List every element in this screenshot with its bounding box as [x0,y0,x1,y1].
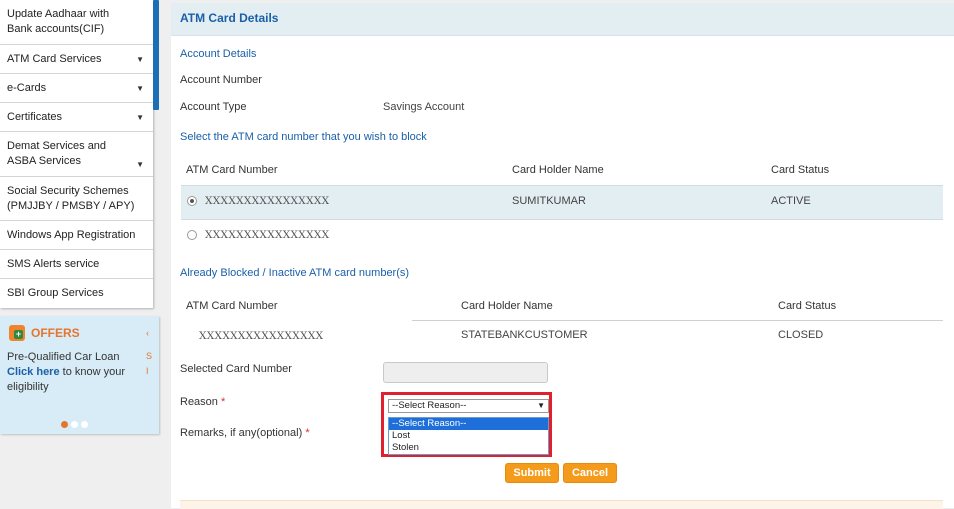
account-type-value: Savings Account [383,101,465,113]
reason-option[interactable]: --Select Reason-- [389,418,548,430]
reason-dropdown-highlight: --Select Reason-- ▼ --Select Reason-- Lo… [381,392,552,457]
divider [412,320,943,321]
offer-line-with-link: Click here to know your [7,365,137,380]
sidebar-item-social-security[interactable]: Social Security Schemes (PMJJBY / PMSBY … [0,177,153,221]
chevron-down-icon: ▼ [136,112,144,122]
chevron-down-icon: ▼ [136,160,144,169]
sidebar-item-demat-services[interactable]: Demat Services and ASBA Services ▼ [0,132,153,177]
offer-line: eligibility [7,381,49,393]
reason-options-list: --Select Reason-- Lost Stolen [388,417,549,455]
offers-header: OFFERS [9,325,80,341]
offer-link[interactable]: Click here [7,366,60,378]
reason-label: Reason * [180,396,225,408]
table-header: Card Holder Name [512,164,604,176]
next-offer-peek: I [146,366,149,376]
carousel-dot[interactable] [71,421,78,428]
chevron-down-icon: ▼ [136,83,144,93]
submit-button[interactable]: Submit [505,463,559,483]
reason-label-text: Reason [180,396,218,408]
table-header: ATM Card Number [186,164,278,176]
sidebar-item-label: e-Cards [7,81,47,94]
table-header: ATM Card Number [186,300,278,312]
reason-option[interactable]: Stolen [389,442,548,454]
panel-header: ATM Card Details [171,3,954,36]
sidebar-item-label: Update Aadhaar with Bank accounts(CIF) [7,8,110,35]
card-radio-selected[interactable] [187,196,197,206]
sidebar: Update Aadhaar with Bank accounts(CIF) A… [0,0,159,508]
select-card-heading: Select the ATM card number that you wish… [180,131,427,143]
required-mark: * [220,396,226,408]
carousel-dot[interactable] [81,421,88,428]
reason-select[interactable]: --Select Reason-- ▼ [388,399,549,413]
blocked-cards-heading: Already Blocked / Inactive ATM card numb… [180,267,410,279]
sidebar-item-windows-app[interactable]: Windows App Registration [0,221,153,250]
offers-panel: OFFERS ‹ Pre-Qualified Car Loan Click he… [0,316,159,434]
card-number: XXXXXXXXXXXXXXXX [205,229,330,241]
offers-text: Pre-Qualified Car Loan Click here to kno… [7,350,137,395]
account-number-label: Account Number [180,74,262,86]
carousel-dots [61,421,88,428]
remarks-label: Remarks, if any(optional) * [180,427,310,439]
selected-card-field[interactable] [383,362,548,383]
sidebar-menu: Update Aadhaar with Bank accounts(CIF) A… [0,0,153,308]
blocked-card-holder: STATEBANKCUSTOMER [461,329,588,341]
sidebar-item-label: ATM Card Services [7,52,102,65]
carousel-prev-icon[interactable]: ‹ [146,328,149,338]
sidebar-item-certificates[interactable]: Certificates ▼ [0,103,153,132]
card-radio[interactable] [187,230,197,240]
sidebar-item-e-cards[interactable]: e-Cards ▼ [0,74,153,103]
sidebar-item-atm-card-services[interactable]: ATM Card Services ▼ [0,45,153,74]
sidebar-scrollbar[interactable] [153,0,159,110]
sidebar-item-label: Certificates [7,110,63,123]
blocked-card-number: XXXXXXXXXXXXXXXX [199,330,324,342]
sidebar-item-label: Social Security Schemes (PMJJBY / PMSBY … [7,184,135,212]
required-mark: * [305,427,310,439]
account-type-label: Account Type [180,101,247,113]
next-offer-peek: S [146,351,153,361]
offers-icon [9,325,25,341]
sidebar-item-sbi-group[interactable]: SBI Group Services [0,279,153,308]
sidebar-item-label: SBI Group Services [7,287,104,299]
table-header: Card Status [778,300,837,312]
offers-title: OFFERS [31,326,80,340]
sidebar-item-update-aadhaar[interactable]: Update Aadhaar with Bank accounts(CIF) [0,0,153,45]
table-header: Card Holder Name [461,300,553,312]
selected-card-label: Selected Card Number [180,363,292,375]
card-number: XXXXXXXXXXXXXXXX [205,195,330,207]
offer-line: Pre-Qualified Car Loan [7,351,120,363]
chevron-down-icon: ▼ [136,54,144,64]
blocked-card-status: CLOSED [778,329,824,341]
offer-line-rest: to know your [59,366,126,378]
account-details-heading: Account Details [180,48,257,60]
sidebar-item-label: Demat Services and ASBA Services [7,140,107,167]
card-status: ACTIVE [771,195,811,207]
reason-option[interactable]: Lost [389,430,548,442]
cancel-button[interactable]: Cancel [563,463,617,483]
dropdown-arrow-icon: ▼ [537,401,545,410]
reason-select-value: --Select Reason-- [392,400,467,411]
carousel-dot[interactable] [61,421,68,428]
table-header: Card Status [771,164,830,176]
page-title: ATM Card Details [180,11,279,25]
sidebar-item-label: Windows App Registration [7,228,136,241]
sidebar-item-sms-alerts[interactable]: SMS Alerts service [0,250,153,279]
card-holder-name: SUMITKUMAR [512,195,586,207]
remarks-label-text: Remarks, if any(optional) [180,427,303,439]
sidebar-item-label: SMS Alerts service [7,257,100,270]
